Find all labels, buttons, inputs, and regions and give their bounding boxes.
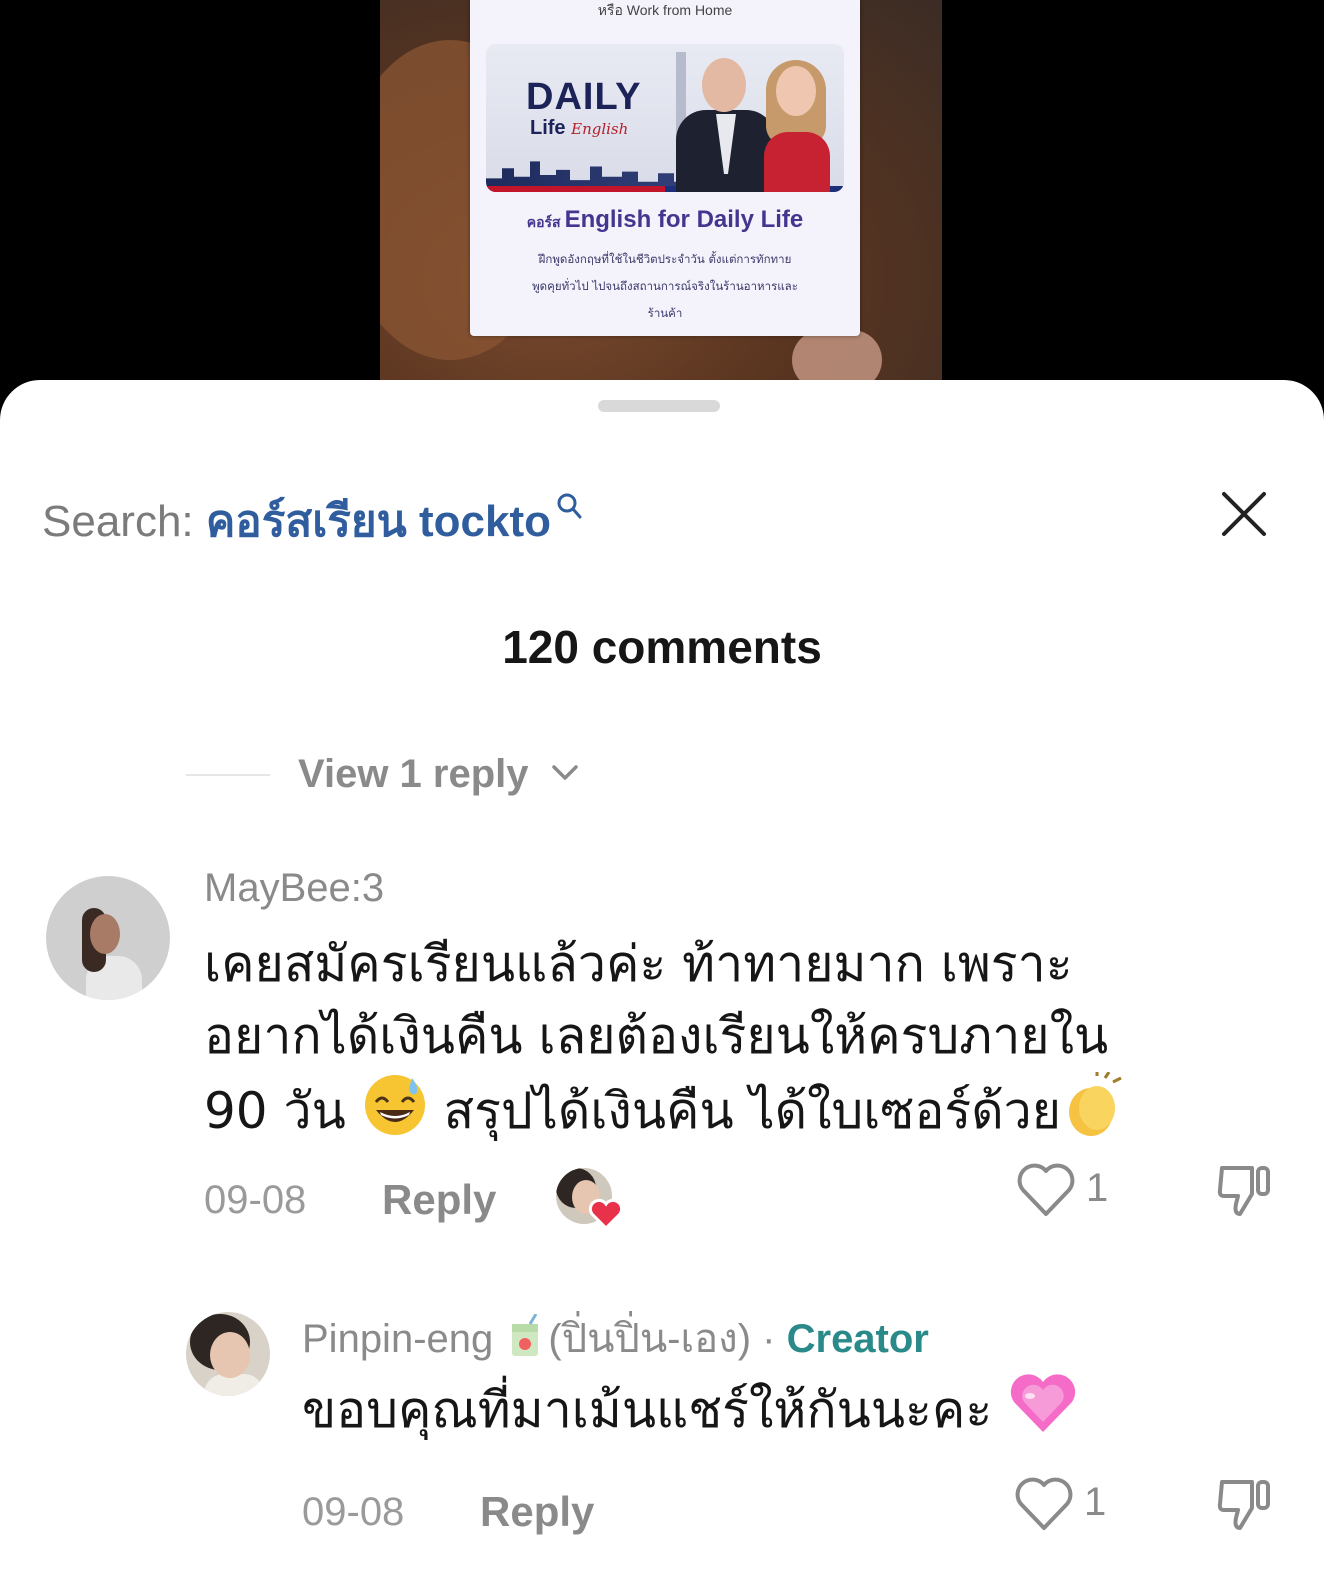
avatar[interactable] bbox=[186, 1312, 270, 1396]
comments-count-title: 120 comments bbox=[502, 621, 822, 673]
brand-logo-subtitle: Life English bbox=[530, 117, 629, 139]
heart-icon bbox=[588, 1198, 624, 1230]
brand-logo-title: DAILY bbox=[526, 76, 642, 118]
comment-date: 09-08 bbox=[302, 1490, 405, 1534]
view-reply-button[interactable]: View 1 reply bbox=[298, 752, 580, 797]
creator-badge: Creator bbox=[786, 1317, 929, 1361]
comment-line-segment: 90 วัน bbox=[204, 1082, 346, 1140]
card-top-text: หรือ Work from Home bbox=[597, 2, 733, 18]
search-label: Search: bbox=[42, 497, 206, 546]
presenter-woman-image bbox=[758, 60, 838, 192]
avatar[interactable] bbox=[46, 876, 170, 1000]
search-suggestion[interactable]: Search: คอร์สเรียน tockto bbox=[42, 486, 583, 556]
separator-dot: · bbox=[762, 1317, 776, 1361]
dislike-button[interactable] bbox=[1214, 1476, 1274, 1536]
thumbs-down-icon bbox=[1217, 1166, 1270, 1216]
heart-outline-icon bbox=[1015, 1477, 1073, 1530]
like-count: 1 bbox=[1086, 1166, 1109, 1210]
view-reply-label: View 1 reply bbox=[298, 752, 529, 796]
like-button[interactable] bbox=[1016, 1162, 1076, 1222]
heart-outline-icon bbox=[1017, 1163, 1075, 1216]
grinning-sweat-emoji bbox=[362, 1072, 428, 1157]
reply-button[interactable]: Reply bbox=[480, 1488, 594, 1536]
comment-line: 90 วัน สรุปได้เงินคืน ได้ใบเซอร์ด้วย bbox=[204, 1070, 1264, 1157]
juice-box-icon bbox=[508, 1313, 544, 1368]
comment-username: Pinpin-eng bbox=[302, 1317, 494, 1361]
dislike-button[interactable] bbox=[1214, 1162, 1274, 1222]
comment-line: อยากได้เงินคืน เลยต้องเรียนให้ครบภายใน bbox=[204, 1007, 1109, 1065]
comment-date: 09-08 bbox=[204, 1178, 307, 1222]
comment-line: เคยสมัครเรียนแล้วค่ะ ท้าทายมาก เพราะ bbox=[204, 935, 1073, 993]
search-icon bbox=[555, 482, 583, 532]
course-prefix: คอร์ส bbox=[526, 214, 561, 230]
comment-username[interactable]: MayBee:3 bbox=[204, 866, 384, 911]
course-description: ฝึกพูดอังกฤษที่ใช้ในชีวิตประจำวัน ตั้งแต… bbox=[490, 246, 840, 327]
comment-line-segment: สรุปได้เงินคืน ได้ใบเซอร์ด้วย bbox=[443, 1082, 1062, 1140]
course-card: หรือ Work from Home DAILY Life English ค… bbox=[470, 0, 860, 336]
thumbs-down-icon bbox=[1217, 1480, 1270, 1530]
course-desc-line: ร้านค้า bbox=[647, 306, 683, 320]
reply-divider bbox=[186, 774, 270, 776]
username-suffix: (ปิ่นปิ่น-เอง) bbox=[548, 1317, 752, 1361]
brand-logo: DAILY Life English bbox=[526, 78, 642, 138]
comment-line: ขอบคุณที่มาเม้นแชร์ให้กันนะคะ bbox=[302, 1381, 993, 1439]
comment-text: เคยสมัครเรียนแล้วค่ะ ท้าทายมาก เพราะ อยา… bbox=[204, 928, 1264, 1157]
like-button[interactable] bbox=[1014, 1476, 1074, 1536]
chevron-down-icon bbox=[551, 765, 578, 781]
growing-heart-emoji bbox=[1008, 1372, 1078, 1455]
sheet-drag-handle[interactable] bbox=[598, 400, 720, 412]
course-desc-line: ฝึกพูดอังกฤษที่ใช้ในชีวิตประจำวัน ตั้งแต… bbox=[538, 252, 792, 266]
search-term-link[interactable]: คอร์สเรียน tockto bbox=[206, 497, 551, 546]
clapping-hands-emoji bbox=[1061, 1070, 1123, 1157]
reply-button[interactable]: Reply bbox=[382, 1176, 496, 1224]
course-desc-line: พูดคุยทั่วไป ไปจนถึงสถานการณ์จริงในร้านอ… bbox=[532, 279, 798, 293]
course-banner: DAILY Life English bbox=[486, 44, 844, 192]
video-player[interactable]: หรือ Work from Home DAILY Life English ค… bbox=[0, 0, 1324, 400]
close-button[interactable] bbox=[1218, 488, 1270, 540]
close-icon bbox=[1222, 492, 1266, 536]
comment-text: ขอบคุณที่มาเม้นแชร์ให้กันนะคะ bbox=[302, 1372, 1262, 1455]
like-count: 1 bbox=[1084, 1480, 1107, 1524]
course-name: English for Daily Life bbox=[564, 206, 804, 233]
course-title: คอร์ส English for Daily Life bbox=[470, 206, 860, 234]
reply-username-row[interactable]: Pinpin-eng (ปิ่นปิ่น-เอง) · Creator bbox=[302, 1306, 929, 1370]
comments-sheet: Search: คอร์สเรียน tockto 120 comments V… bbox=[0, 380, 1324, 1573]
